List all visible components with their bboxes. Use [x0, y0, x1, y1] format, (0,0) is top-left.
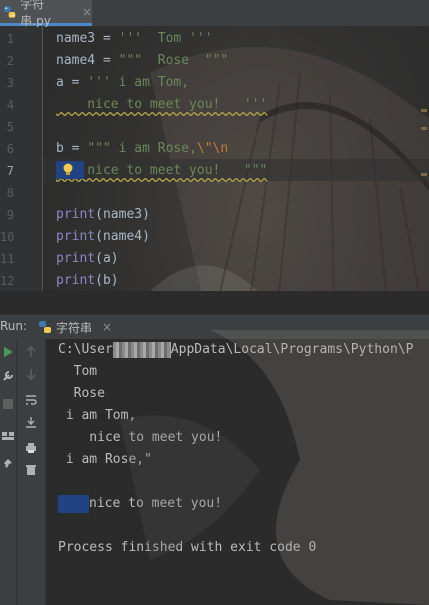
line-number: 4	[6, 98, 14, 112]
run-console[interactable]: C:\User AppData\Local\Programs\Python\P T…	[46, 339, 429, 605]
python-file-icon	[3, 5, 16, 18]
code-token: \"\n	[196, 141, 229, 156]
warning-stripe[interactable]	[421, 127, 427, 130]
warning-stripe[interactable]	[421, 173, 427, 176]
line-number: 2	[6, 54, 14, 68]
code-line[interactable]: print(a)	[56, 248, 119, 270]
code-line[interactable]: nice to meet you! '''	[56, 94, 267, 116]
stop-icon[interactable]	[1, 397, 15, 411]
run-config-tab[interactable]: 字符串 ×	[38, 315, 112, 339]
code-token: (name3)	[95, 207, 150, 222]
run-side-toolbar	[0, 339, 17, 605]
editor-bottom-space	[0, 291, 429, 314]
code-line[interactable]: a = ''' i am Tom,	[56, 72, 189, 94]
code-token: nice to meet you! '''	[56, 97, 268, 112]
code-editor[interactable]: 1 2 3 4 5 6 7 8 9 10 11 12 name3 = ''' Tom ''' name4…	[0, 27, 429, 291]
tab-file[interactable]: 字符串.py ×	[0, 0, 92, 28]
python-file-icon	[39, 321, 51, 333]
code-token: """ Rose """	[118, 53, 229, 68]
close-run-tab-icon[interactable]: ×	[102, 320, 112, 334]
code-token: """ i am Rose,	[87, 141, 197, 156]
code-token: nice to meet you! """	[56, 163, 268, 178]
line-number: 5	[6, 120, 14, 134]
trash-icon[interactable]	[24, 463, 38, 477]
code-line[interactable]: nice to meet you! """	[56, 160, 267, 182]
console-line: Rose	[58, 386, 105, 401]
run-tab-title: 字符串	[56, 320, 93, 335]
code-token: ''' Tom '''	[118, 31, 213, 46]
code-token: print	[56, 229, 96, 244]
code-token: (a)	[95, 251, 119, 266]
line-number: 11	[0, 252, 15, 266]
run-label: Run:	[0, 319, 28, 333]
code-token: print	[56, 207, 96, 222]
scroll-to-end-icon[interactable]	[24, 415, 38, 429]
console-toolbar	[17, 339, 46, 605]
rerun-icon[interactable]	[1, 345, 15, 359]
code-line[interactable]: name3 = ''' Tom '''	[56, 28, 213, 50]
soft-wrap-icon[interactable]	[24, 393, 38, 407]
line-number: 7	[6, 164, 14, 178]
close-tab-icon[interactable]: ×	[82, 5, 92, 19]
line-number: 12	[0, 274, 15, 288]
code-token: name3 =	[56, 31, 119, 46]
print-icon[interactable]	[24, 441, 38, 455]
console-line: Tom	[58, 364, 98, 379]
console-line: i am Rose,"	[58, 452, 152, 467]
code-token: (name4)	[95, 229, 150, 244]
pin-icon[interactable]	[1, 457, 15, 471]
line-number: 1	[6, 32, 14, 46]
code-line[interactable]: print(name3)	[56, 204, 150, 226]
layout-icon[interactable]	[1, 429, 15, 443]
lightbulb-icon[interactable]	[62, 163, 74, 177]
line-number: 10	[0, 230, 15, 244]
line-number: 6	[6, 142, 14, 156]
code-token: name4 =	[56, 53, 119, 68]
console-selected-line: nice to meet you!	[58, 493, 222, 515]
code-line[interactable]: print(b)	[56, 270, 119, 291]
code-line[interactable]: name4 = """ Rose """	[56, 50, 228, 72]
code-token: a =	[56, 75, 88, 90]
console-command-line: C:\User AppData\Local\Programs\Python\P	[58, 341, 414, 358]
text-selection	[58, 494, 89, 513]
wrench-icon[interactable]	[1, 369, 15, 383]
code-token: b =	[56, 141, 88, 156]
code-token: (b)	[95, 273, 119, 288]
console-line: nice to meet you!	[58, 430, 223, 445]
line-number: 9	[6, 208, 14, 222]
line-number: 3	[6, 76, 14, 90]
code-token: print	[56, 251, 96, 266]
editor-tab-bar: 字符串.py ×	[0, 0, 429, 28]
code-line[interactable]: print(name4)	[56, 226, 150, 248]
arrow-down-icon[interactable]	[24, 367, 38, 381]
console-line: Process finished with exit code 0	[58, 540, 317, 555]
line-number: 8	[6, 186, 14, 200]
code-line[interactable]: b = """ i am Rose,\"\n	[56, 138, 228, 160]
tab-title: 字符串.py	[20, 0, 51, 28]
warning-stripe[interactable]	[421, 109, 427, 112]
run-tool-window-header: Run: 字符串 ×	[0, 314, 429, 340]
console-line: i am Tom,	[58, 408, 137, 423]
redacted-username	[112, 341, 171, 358]
code-token: print	[56, 273, 96, 288]
arrow-up-icon[interactable]	[24, 345, 38, 359]
code-token: ''' i am Tom,	[87, 75, 190, 90]
